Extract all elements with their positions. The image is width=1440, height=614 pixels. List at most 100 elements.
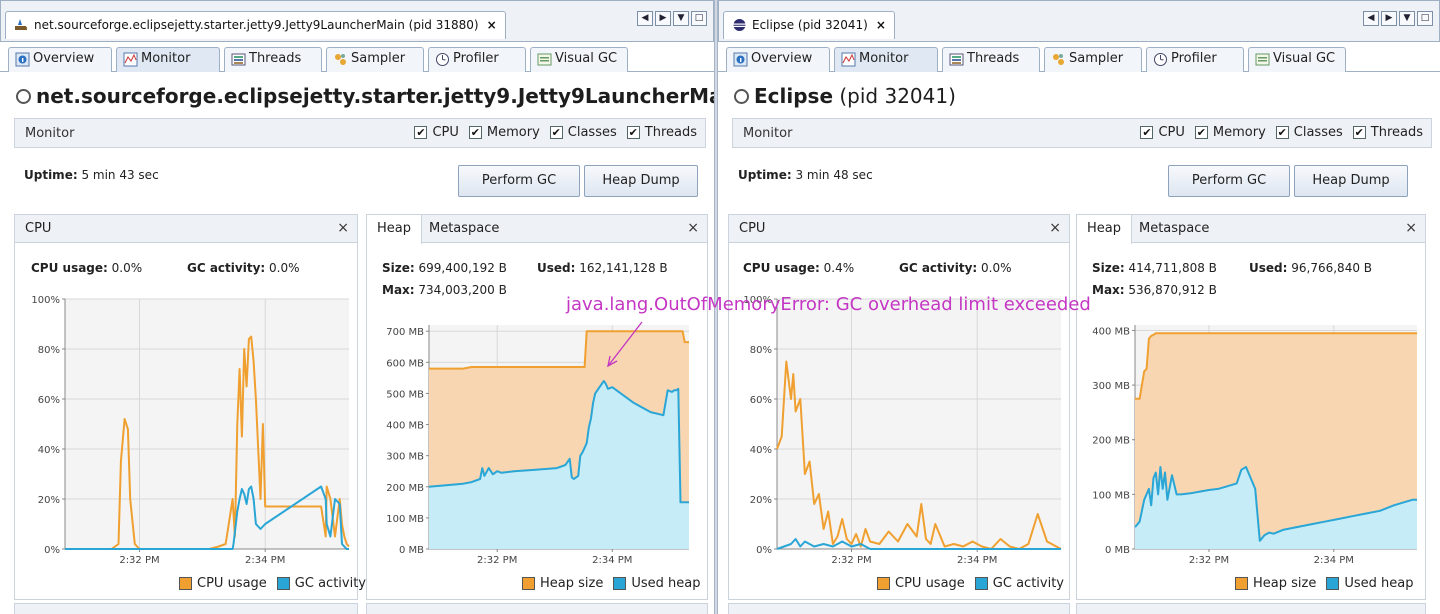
gc-activity-readout: GC activity: 0.0% (187, 261, 300, 275)
tab-profiler[interactable]: Profiler (1146, 47, 1244, 72)
document-tab-label: Eclipse (pid 32041) (752, 18, 868, 32)
heap-size-value: 699,400,192 B (418, 261, 507, 275)
tab-visual-gc[interactable]: Visual GC (1248, 47, 1346, 72)
cpu-panel-header: CPU × (729, 215, 1069, 243)
memory-checkbox[interactable]: ✔ Memory (1194, 125, 1266, 140)
heap-dump-button[interactable]: Heap Dump (584, 165, 698, 197)
tab-monitor[interactable]: Monitor (116, 47, 220, 72)
cpu-legend: CPU usage GC activity (179, 576, 366, 591)
cpu-usage-value: 0.4% (823, 261, 855, 275)
y-tick-label: 100 MB (1092, 490, 1130, 501)
heap-size-readout: Size: 699,400,192 B (382, 261, 507, 275)
annotation-arrow-icon (607, 321, 643, 368)
y-tick-label: 20% (750, 495, 772, 506)
legend-label: Used heap (1344, 576, 1414, 591)
checkbox-label: Classes (1293, 125, 1343, 140)
y-tick-label: 100% (31, 295, 60, 306)
checkmark-icon: ✔ (468, 126, 482, 139)
close-icon[interactable]: × (487, 18, 497, 32)
threads-checkbox[interactable]: ✔ Threads (626, 125, 697, 140)
tab-overview[interactable]: Overview (8, 47, 112, 72)
classes-checkbox[interactable]: ✔ Classes (1275, 125, 1343, 140)
perform-gc-button[interactable]: Perform GC (1168, 165, 1290, 197)
scroll-left-icon[interactable]: ◀ (637, 11, 653, 26)
document-tab-bar: net.sourceforge.eclipsejetty.starter.jet… (0, 0, 714, 42)
tab-sampler[interactable]: Sampler (326, 47, 424, 72)
heap-panel-header: Heap Metaspace × (1077, 215, 1425, 244)
tab-visual-gc[interactable]: Visual GC (530, 47, 628, 72)
heap-panel: Heap Metaspace × Size: 414,711,808 B Use… (1076, 214, 1426, 600)
y-tick-label: 300 MB (386, 452, 424, 463)
scroll-right-icon[interactable]: ▶ (655, 11, 671, 26)
scroll-right-icon[interactable]: ▶ (1381, 11, 1397, 26)
chart-icon (841, 52, 856, 67)
tab-threads[interactable]: Threads (942, 47, 1040, 72)
tab-metaspace[interactable]: Metaspace (1129, 215, 1219, 243)
gc-activity-value: 0.0% (981, 261, 1012, 275)
heap-size-value: 414,711,808 B (1128, 261, 1217, 275)
legend-label: Used heap (631, 576, 701, 591)
monitor-checkboxes: ✔ CPU ✔ Memory ✔ Classes ✔ Threads (1140, 125, 1423, 140)
heap-max-label: Max: (1092, 283, 1125, 297)
close-icon[interactable]: × (876, 18, 886, 32)
tab-heap[interactable]: Heap (367, 215, 422, 244)
status-circle-icon (16, 89, 31, 104)
classes-checkbox[interactable]: ✔ Classes (549, 125, 617, 140)
perform-gc-button[interactable]: Perform GC (458, 165, 580, 197)
heap-used-readout: Used: 162,141,128 B (537, 261, 668, 275)
cpu-checkbox[interactable]: ✔ CPU (1140, 125, 1185, 140)
heap-used-readout: Used: 96,766,840 B (1249, 261, 1372, 275)
tab-label: Sampler (351, 51, 406, 66)
cpu-checkbox[interactable]: ✔ CPU (414, 125, 459, 140)
close-icon[interactable]: × (337, 220, 349, 236)
threads-checkbox[interactable]: ✔ Threads (1352, 125, 1423, 140)
tab-metaspace[interactable]: Metaspace (419, 215, 509, 243)
heap-legend: Heap size Used heap (522, 576, 700, 591)
cpu-panel-header: CPU × (15, 215, 357, 243)
gc-activity-label: GC activity: (899, 261, 978, 275)
scroll-left-icon[interactable]: ◀ (1363, 11, 1379, 26)
java-app-icon (15, 19, 28, 31)
tab-profiler[interactable]: Profiler (428, 47, 526, 72)
heap-used-value: 96,766,840 B (1291, 261, 1373, 275)
uptime-readout: Uptime: 5 min 43 sec (24, 168, 159, 182)
checkmark-icon: ✔ (1352, 126, 1366, 139)
y-tick-label: 40% (38, 445, 60, 456)
dropdown-icon[interactable]: ▼ (673, 11, 689, 26)
checkmark-icon: ✔ (414, 126, 428, 139)
tab-label: Threads (249, 51, 302, 66)
document-tab-eclipse[interactable]: Eclipse (pid 32041) × (723, 11, 895, 39)
tab-threads[interactable]: Threads (224, 47, 322, 72)
tab-sampler[interactable]: Sampler (1044, 47, 1142, 72)
legend-swatch (877, 577, 890, 590)
visual-gc-icon (537, 53, 552, 66)
y-tick-label: 700 MB (386, 327, 424, 338)
info-icon (733, 52, 748, 67)
close-icon[interactable]: × (687, 220, 699, 236)
maximize-icon[interactable]: □ (691, 11, 707, 26)
tab-label: Profiler (1171, 51, 1217, 66)
legend-cpu-usage: CPU usage (179, 576, 267, 591)
tab-monitor[interactable]: Monitor (834, 47, 938, 72)
tab-label: Visual GC (555, 51, 618, 66)
eclipse-icon (733, 19, 746, 31)
tab-heap[interactable]: Heap (1077, 215, 1132, 244)
legend-swatch (613, 577, 627, 590)
x-tick-label: 2:32 PM (1189, 555, 1229, 566)
y-tick-label: 0 MB (399, 545, 424, 556)
close-icon[interactable]: × (1049, 220, 1061, 236)
chart-icon (123, 52, 138, 67)
y-tick-label: 600 MB (386, 358, 424, 369)
uptime-value: 5 min 43 sec (81, 168, 159, 182)
tab-overview[interactable]: Overview (726, 47, 830, 72)
y-tick-label: 20% (38, 495, 60, 506)
heap-dump-button[interactable]: Heap Dump (1294, 165, 1408, 197)
cpu-usage-label: CPU usage: (31, 261, 108, 275)
memory-checkbox[interactable]: ✔ Memory (468, 125, 540, 140)
cpu-legend: CPU usage GC activity (877, 576, 1064, 591)
maximize-icon[interactable]: □ (1417, 11, 1433, 26)
dropdown-icon[interactable]: ▼ (1399, 11, 1415, 26)
close-icon[interactable]: × (1405, 220, 1417, 236)
legend-heap-size: Heap size (1235, 576, 1316, 591)
document-tab-jetty[interactable]: net.sourceforge.eclipsejetty.starter.jet… (5, 11, 506, 39)
